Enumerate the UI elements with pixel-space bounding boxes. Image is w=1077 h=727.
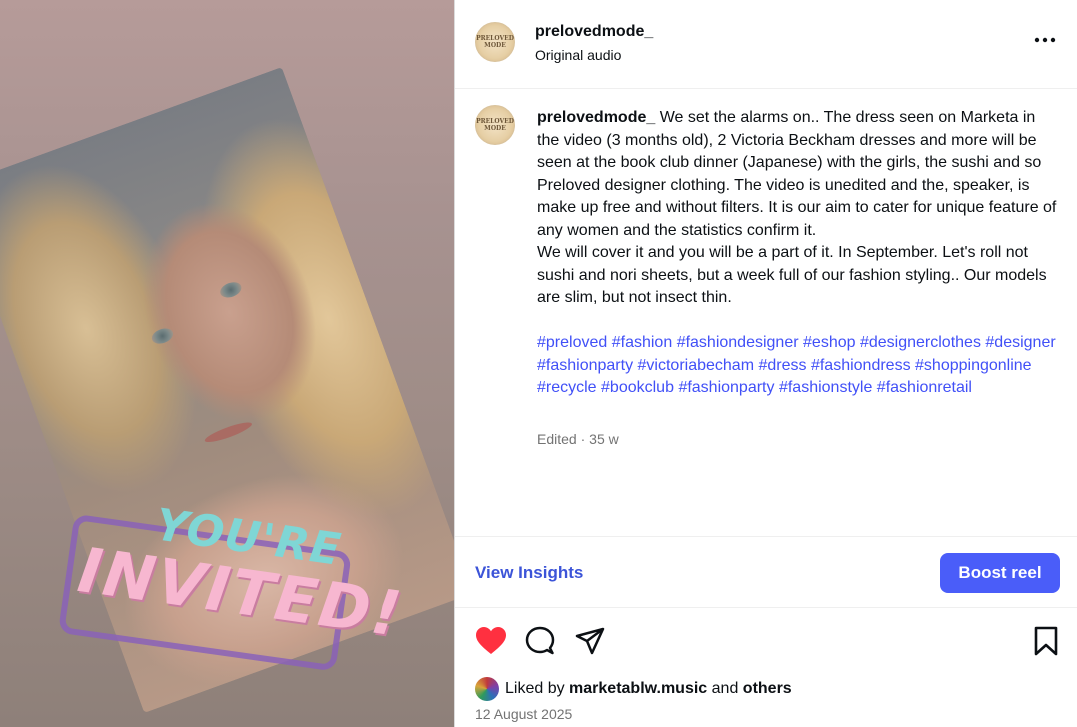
post-header: PRELOVED MODE prelovedmode_ Original aud…: [455, 0, 1077, 89]
hashtag-link[interactable]: #fashionstyle: [779, 379, 872, 396]
bookmark-icon[interactable]: [1033, 626, 1059, 656]
caption-avatar[interactable]: PRELOVED MODE: [475, 105, 515, 145]
hashtag-list: #preloved #fashion #fashiondesigner #esh…: [537, 332, 1057, 400]
post-dialog: YOU'RE INVITED! PRELOVED MODE prelovedmo…: [0, 0, 1077, 727]
hashtag-link[interactable]: #recycle: [537, 379, 597, 396]
audio-label[interactable]: Original audio: [535, 47, 621, 63]
likes-conj: and: [711, 680, 739, 697]
liker-avatar[interactable]: [475, 677, 499, 701]
hashtag-link[interactable]: #designer: [985, 334, 1055, 351]
post-date[interactable]: 12 August 2025: [475, 706, 572, 722]
share-icon[interactable]: [575, 626, 605, 656]
likes-prefix: Liked by: [505, 680, 565, 697]
hashtag-link[interactable]: #dress: [758, 357, 806, 374]
caption-username[interactable]: prelovedmode_: [537, 109, 655, 126]
post-side-panel: PRELOVED MODE prelovedmode_ Original aud…: [454, 0, 1077, 727]
avatar[interactable]: PRELOVED MODE: [475, 22, 515, 62]
face-eye-left: [149, 325, 176, 347]
hashtag-link[interactable]: #fashiondress: [811, 357, 911, 374]
caption-text: We set the alarms on.. The dress seen on…: [537, 109, 1057, 306]
comment-icon[interactable]: [525, 626, 555, 656]
hashtag-link[interactable]: #victoriabecham: [638, 357, 755, 374]
hashtag-link[interactable]: #shoppingonline: [915, 357, 1032, 374]
boost-reel-button[interactable]: Boost reel: [940, 553, 1060, 593]
post-caption: prelovedmode_ We set the alarms on.. The…: [537, 107, 1057, 310]
meta-separator: ·: [580, 431, 586, 447]
hashtag-link[interactable]: #fashionretail: [877, 379, 972, 396]
view-insights-link[interactable]: View Insights: [475, 563, 583, 583]
reel-media[interactable]: YOU'RE INVITED!: [0, 0, 454, 727]
liker-username[interactable]: marketablw.music: [569, 680, 707, 697]
hashtag-link[interactable]: #fashionparty: [678, 379, 774, 396]
likes-text: Liked by marketablw.music and others: [505, 680, 792, 698]
likes-others-link[interactable]: others: [743, 680, 792, 697]
more-options-icon[interactable]: [1033, 30, 1059, 50]
hashtag-link[interactable]: #bookclub: [601, 379, 674, 396]
edited-label: Edited: [537, 431, 577, 447]
hashtag-link[interactable]: #eshop: [803, 334, 856, 351]
heart-filled-icon[interactable]: [475, 626, 507, 656]
hashtag-link[interactable]: #preloved: [537, 334, 607, 351]
hashtag-link[interactable]: #fashionparty: [537, 357, 633, 374]
hashtag-link[interactable]: #designerclothes: [860, 334, 981, 351]
header-username[interactable]: prelovedmode_: [535, 23, 653, 41]
avatar-logo-text: PRELOVED MODE: [476, 118, 514, 132]
post-meta: Edited · 35 w: [537, 431, 619, 447]
likes-summary: Liked by marketablw.music and others: [475, 677, 792, 701]
hashtag-link[interactable]: #fashiondesigner: [677, 334, 799, 351]
avatar-logo-text: PRELOVED MODE: [476, 35, 514, 49]
face-eye-right: [218, 279, 244, 301]
hashtag-link[interactable]: #fashion: [612, 334, 673, 351]
time-ago[interactable]: 35 w: [589, 431, 619, 447]
face-mouth: [203, 419, 254, 446]
